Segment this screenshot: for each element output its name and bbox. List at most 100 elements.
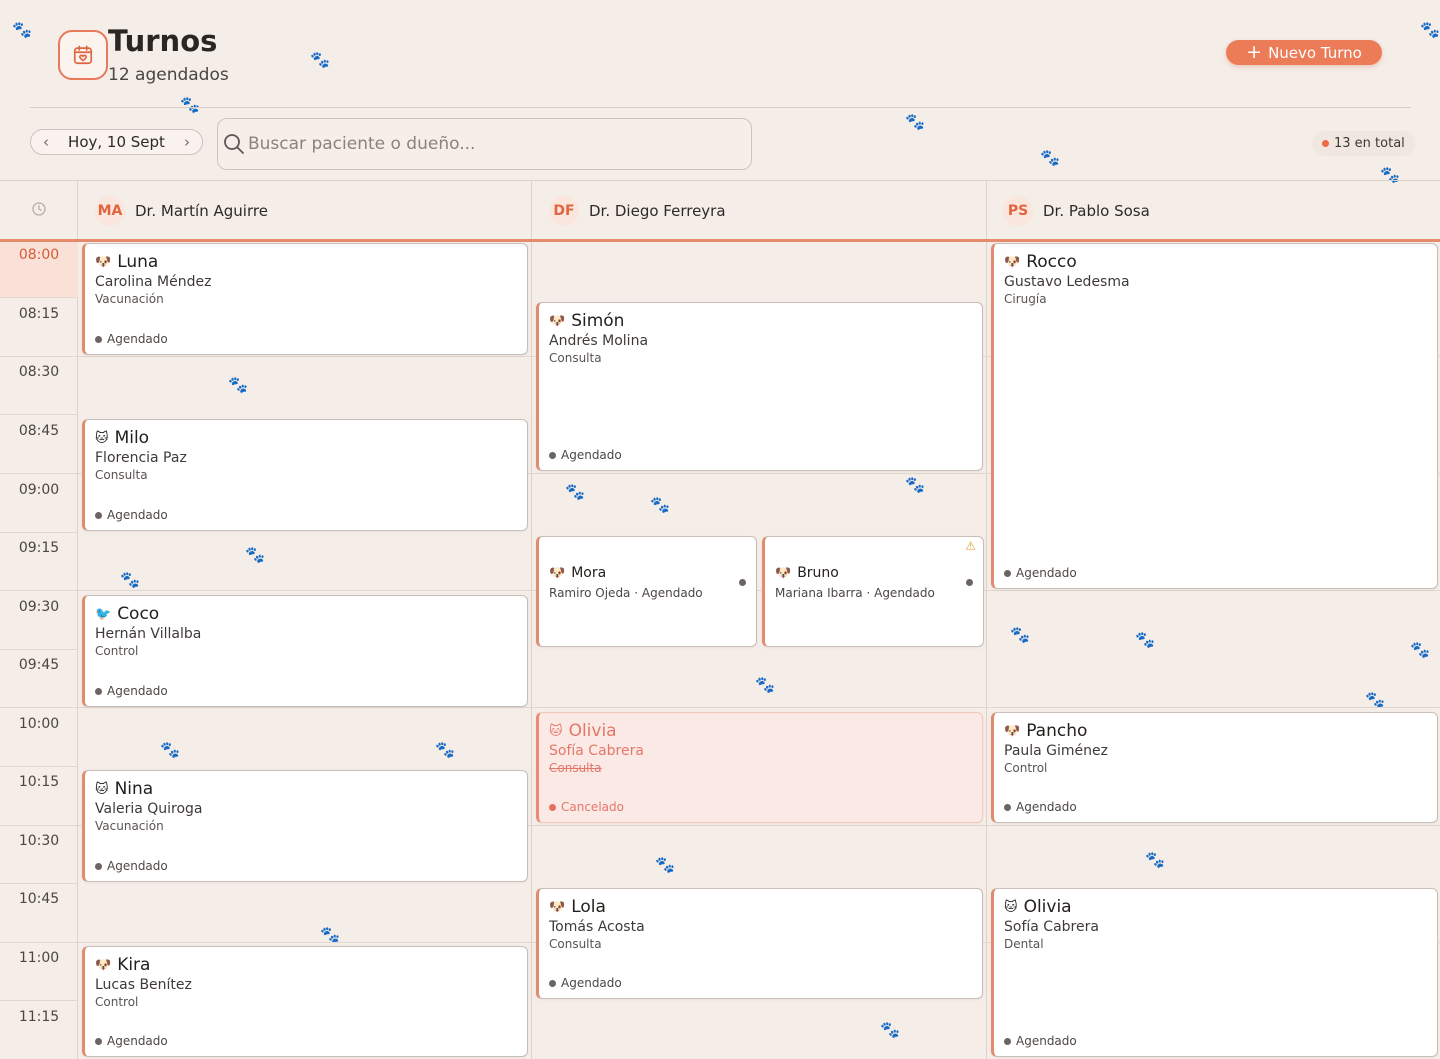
time-label: 10:00 <box>18 716 60 732</box>
status-badge: Agendado <box>1004 800 1077 814</box>
doctor-header-sosa[interactable]: PS Dr. Pablo Sosa <box>1003 181 1150 240</box>
dog-icon: 🐶 <box>549 313 566 329</box>
dog-icon: 🐶 <box>1004 254 1021 270</box>
time-label: 09:00 <box>18 482 60 498</box>
appointment-card-kira[interactable]: 🐶 Kira Lucas Benítez Control Agendado <box>82 946 528 1057</box>
appointment-card-coco[interactable]: 🐦 Coco Hernán Villalba Control Agendado <box>82 595 528 707</box>
appointment-type: Vacunación <box>95 819 164 833</box>
appointment-card-mora[interactable]: 🐶 Mora Ramiro Ojeda · Agendado <box>536 536 757 647</box>
status-label: Agendado <box>107 508 168 522</box>
owner-name: Tomás Acosta <box>549 919 645 935</box>
owner-name: Mariana Ibarra <box>775 586 863 600</box>
chevron-right-icon[interactable]: › <box>184 133 190 151</box>
status-badge: Agendado <box>549 976 622 990</box>
owner-name: Carolina Méndez <box>95 274 212 290</box>
pet-name: Nina <box>114 779 154 799</box>
status-label: Agendado <box>561 448 622 462</box>
status-dot-icon <box>95 687 102 695</box>
time-label: 08:15 <box>18 306 60 322</box>
appointment-card-milo[interactable]: 🐱 Milo Florencia Paz Consulta Agendado <box>82 419 528 531</box>
search-icon <box>224 134 244 154</box>
total-badge: 13 en total <box>1312 131 1415 156</box>
avatar: DF <box>549 195 579 226</box>
bird-icon: 🐦 <box>95 606 112 622</box>
appointment-type: Consulta <box>549 351 602 365</box>
appointment-type: Dental <box>1004 937 1044 951</box>
dog-icon: 🐶 <box>95 254 112 270</box>
owner-name: Gustavo Ledesma <box>1004 274 1130 290</box>
slot-line <box>0 707 1440 708</box>
appointment-card-rocco[interactable]: 🐶 Rocco Gustavo Ledesma Cirugía Agendado <box>991 243 1438 589</box>
status-badge: Agendado <box>549 448 622 462</box>
chevron-left-icon[interactable]: ‹ <box>43 133 49 151</box>
appointment-card-olivia[interactable]: 🐱 Olivia Sofía Cabrera Dental Agendado <box>991 888 1438 1057</box>
dog-icon: 🐶 <box>549 899 566 915</box>
pet-name: Olivia <box>568 721 617 741</box>
appointment-card-luna[interactable]: 🐶 Luna Carolina Méndez Vacunación Agendad… <box>82 243 528 355</box>
status-dot-icon <box>966 579 973 586</box>
current-date-label[interactable]: Hoy, 10 Sept <box>68 133 165 151</box>
clock-icon <box>32 202 46 216</box>
current-time-indicator <box>0 239 1440 242</box>
dog-icon: 🐶 <box>775 565 792 581</box>
appointment-card-lola[interactable]: 🐶 Lola Tomás Acosta Consulta Agendado <box>536 888 983 999</box>
status-dot-icon <box>549 803 556 811</box>
status-dot-icon <box>739 579 746 586</box>
status-badge: Agendado <box>95 332 168 346</box>
cat-icon: 🐱 <box>95 781 109 797</box>
doctor-name: Dr. Martín Aguirre <box>135 201 268 220</box>
status-dot-icon <box>95 1037 102 1045</box>
status-dot-icon <box>95 335 102 343</box>
status-label: Agendado <box>1016 1034 1077 1048</box>
avatar: MA <box>95 195 125 226</box>
status-label: Agendado <box>874 586 935 600</box>
status-dot-icon <box>549 979 556 987</box>
search-input[interactable] <box>248 134 748 154</box>
slot-line <box>0 532 78 533</box>
time-label: 08:45 <box>18 423 60 439</box>
pet-name: Lola <box>571 897 606 917</box>
time-label: 10:45 <box>18 891 60 907</box>
doctor-header-aguirre[interactable]: MA Dr. Martín Aguirre <box>95 181 268 240</box>
page-header: Turnos 12 agendados + Nuevo Turno <box>0 0 1440 108</box>
owner-name: Florencia Paz <box>95 450 187 466</box>
appointment-type: Consulta <box>549 761 602 775</box>
total-label: 13 en total <box>1334 136 1405 151</box>
status-dot-icon <box>1004 1037 1011 1045</box>
column-divider <box>531 181 532 1059</box>
appointment-card-olivia-cancelled[interactable]: 🐱 Olivia Sofía Cabrera Consulta Cancelado <box>536 712 983 823</box>
appointment-type: Control <box>95 995 139 1009</box>
header-divider <box>30 107 1411 108</box>
cat-icon: 🐱 <box>549 723 563 739</box>
status-dot-icon <box>1004 803 1011 811</box>
time-label: 09:15 <box>18 540 60 556</box>
status-dot-icon <box>1004 569 1011 577</box>
appointment-card-pancho[interactable]: 🐶 Pancho Paula Giménez Control Agendado <box>991 712 1438 823</box>
doctor-header-ferreyra[interactable]: DF Dr. Diego Ferreyra <box>549 181 726 240</box>
new-appointment-label: Nuevo Turno <box>1268 43 1362 62</box>
pet-name: Kira <box>117 955 151 975</box>
column-divider <box>986 181 987 1059</box>
cat-icon: 🐱 <box>1004 899 1018 915</box>
status-label: Agendado <box>1016 800 1077 814</box>
pet-name: Olivia <box>1023 897 1072 917</box>
owner-name: Sofía Cabrera <box>1004 919 1099 935</box>
new-appointment-button[interactable]: + Nuevo Turno <box>1226 40 1382 65</box>
separator: · <box>634 586 639 600</box>
status-label: Agendado <box>1016 566 1077 580</box>
pet-name: Milo <box>114 428 150 448</box>
owner-name: Lucas Benítez <box>95 977 192 993</box>
appointment-type: Consulta <box>549 937 602 951</box>
warning-icon: ⚠ <box>965 539 976 553</box>
appointment-card-simon[interactable]: 🐶 Simón Andrés Molina Consulta Agendado <box>536 302 983 471</box>
owner-name: Valeria Quiroga <box>95 801 203 817</box>
appointment-card-bruno[interactable]: ⚠ 🐶 Bruno Mariana Ibarra · Agendado <box>762 536 984 647</box>
status-label: Agendado <box>107 332 168 346</box>
owner-name: Ramiro Ojeda <box>549 586 631 600</box>
pet-name: Rocco <box>1026 252 1077 272</box>
pet-name: Simón <box>571 311 625 331</box>
appointment-card-nina[interactable]: 🐱 Nina Valeria Quiroga Vacunación Agendad… <box>82 770 528 882</box>
status-dot-icon <box>549 451 556 459</box>
appointment-type: Control <box>95 644 139 658</box>
status-label: Agendado <box>107 1034 168 1048</box>
